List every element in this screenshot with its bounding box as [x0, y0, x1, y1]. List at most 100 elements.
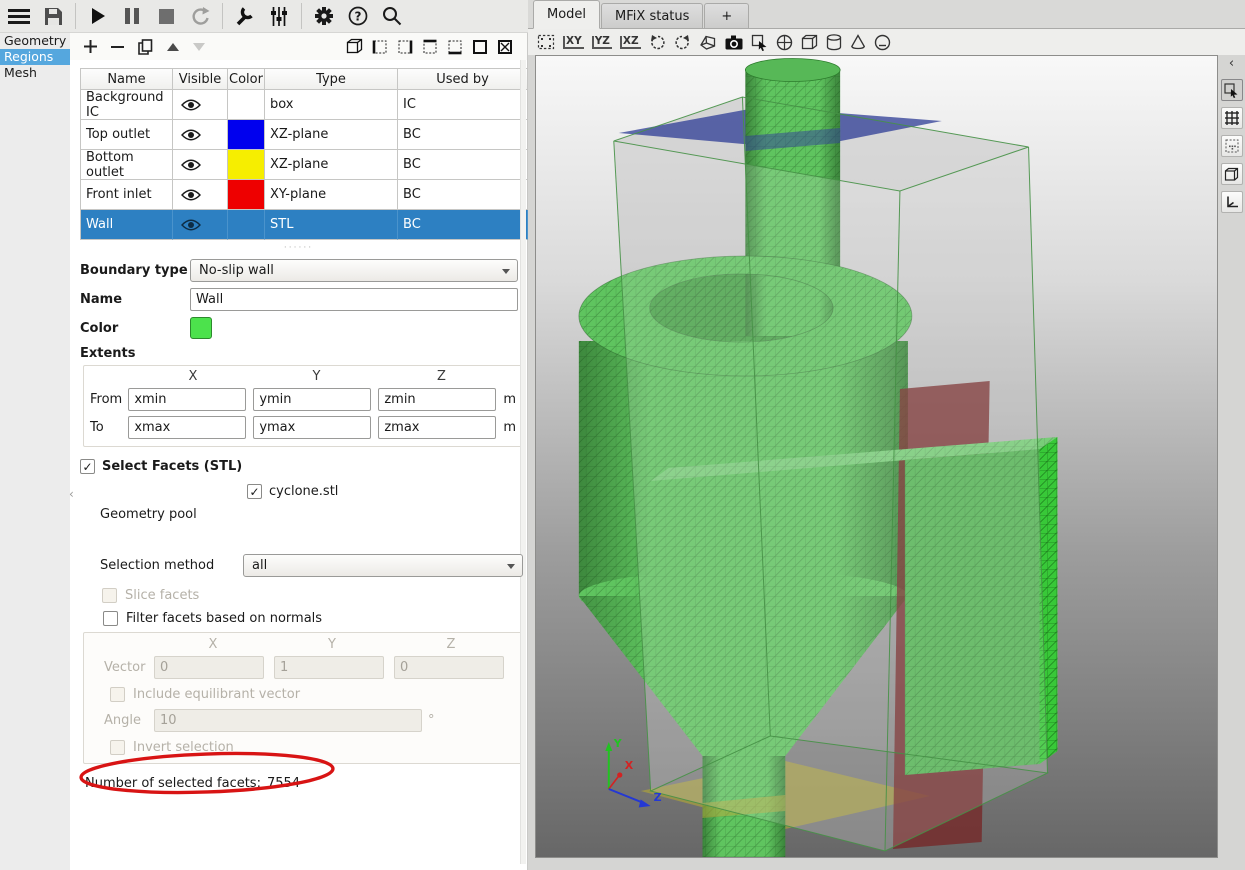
tab-model[interactable]: Model — [533, 0, 600, 29]
from-z-input[interactable] — [378, 388, 496, 411]
table-cell-used-by[interactable]: IC — [398, 90, 528, 120]
view-yz-icon[interactable]: YZ — [592, 36, 612, 49]
tab-add[interactable]: + — [704, 3, 749, 28]
regions-icon[interactable] — [1221, 135, 1243, 157]
build-wrench-icon[interactable] — [228, 2, 262, 30]
col-header-used-by[interactable]: Used by — [398, 69, 528, 90]
reset-icon[interactable] — [183, 2, 217, 30]
plane-bottom-icon[interactable] — [447, 39, 463, 55]
table-cell-type[interactable]: XY-plane — [265, 180, 398, 210]
main-toolbar: ? — [0, 0, 528, 33]
reset-view-icon[interactable] — [537, 34, 555, 50]
table-cell-type[interactable]: XZ-plane — [265, 120, 398, 150]
visibility-eye-icon[interactable] — [173, 210, 228, 240]
rotate-right-icon[interactable] — [674, 34, 691, 51]
save-icon[interactable] — [36, 2, 70, 30]
from-y-input[interactable] — [253, 388, 371, 411]
table-cell-type[interactable]: XZ-plane — [265, 150, 398, 180]
help-icon[interactable]: ? — [341, 2, 375, 30]
parameters-sliders-icon[interactable] — [262, 2, 296, 30]
table-cell-used-by[interactable]: BC — [398, 150, 528, 180]
select-geometry-icon[interactable] — [751, 34, 768, 51]
table-cell-name[interactable]: Front inlet — [81, 180, 173, 210]
view-xz-icon[interactable]: XZ — [620, 36, 641, 49]
selection-method-select[interactable]: all — [243, 554, 523, 577]
viewport-3d[interactable]: Y X Z — [535, 55, 1218, 858]
table-cell-name[interactable]: Wall — [81, 210, 173, 240]
duplicate-region-icon[interactable] — [138, 39, 153, 55]
rotate-left-icon[interactable] — [649, 34, 666, 51]
menu-icon[interactable] — [2, 2, 36, 30]
scene-box-icon[interactable] — [1221, 163, 1243, 185]
toolbar-separator — [222, 3, 223, 29]
cube-icon[interactable] — [801, 34, 818, 51]
plane-right-icon[interactable] — [397, 39, 413, 55]
stl-file-checkbox[interactable] — [247, 484, 262, 499]
table-cell-used-by[interactable]: BC — [398, 120, 528, 150]
pane-collapse-chevron-icon[interactable]: ‹ — [69, 487, 74, 501]
color-swatch-cell[interactable] — [228, 210, 265, 240]
plane-top-icon[interactable] — [422, 39, 438, 55]
run-icon[interactable] — [81, 2, 115, 30]
col-header-name[interactable]: Name — [81, 69, 173, 90]
screenshot-camera-icon[interactable] — [725, 35, 743, 50]
to-y-input[interactable] — [253, 416, 371, 439]
visibility-eye-icon[interactable] — [173, 90, 228, 120]
visibility-eye-icon[interactable] — [173, 150, 228, 180]
remove-region-icon[interactable] — [111, 45, 124, 49]
table-cell-name[interactable]: Bottom outlet — [81, 150, 173, 180]
cylinder-icon[interactable] — [826, 34, 842, 51]
stop-icon[interactable] — [149, 2, 183, 30]
sidebar-item-mesh[interactable]: Mesh — [0, 65, 70, 81]
visibility-eye-icon[interactable] — [173, 180, 228, 210]
to-z-input[interactable] — [378, 416, 496, 439]
region-3d-box-icon[interactable] — [346, 38, 363, 55]
color-swatch-cell[interactable] — [228, 90, 265, 120]
pause-icon[interactable] — [115, 2, 149, 30]
clip-icon[interactable] — [874, 34, 891, 51]
slice-facets-label: Slice facets — [125, 588, 199, 603]
cone-icon[interactable] — [850, 34, 866, 50]
from-x-input[interactable] — [128, 388, 246, 411]
color-swatch-cell[interactable] — [228, 120, 265, 150]
solid-box-icon[interactable] — [472, 39, 488, 55]
color-swatch-button[interactable] — [190, 317, 212, 339]
table-cell-type[interactable]: STL — [265, 210, 398, 240]
color-swatch-cell[interactable] — [228, 150, 265, 180]
add-region-icon[interactable] — [84, 40, 97, 53]
tab-mfix-status[interactable]: MFiX status — [601, 3, 703, 28]
table-cell-name[interactable]: Background IC — [81, 90, 173, 120]
collapse-chevron-icon[interactable]: ‹ — [1229, 55, 1234, 73]
search-icon[interactable] — [375, 2, 409, 30]
splitter-handle[interactable]: ······ — [70, 241, 527, 255]
table-cell-type[interactable]: box — [265, 90, 398, 120]
table-cell-used-by[interactable]: BC — [398, 210, 528, 240]
extents-label-row: Extents — [80, 346, 527, 361]
color-swatch-cell[interactable] — [228, 180, 265, 210]
visibility-eye-icon[interactable] — [173, 120, 228, 150]
settings-gear-icon[interactable] — [307, 2, 341, 30]
scrollbar[interactable] — [520, 60, 526, 864]
boundary-type-select[interactable]: No-slip wall — [190, 259, 518, 282]
col-header-color[interactable]: Color — [228, 69, 265, 90]
table-cell-name[interactable]: Top outlet — [81, 120, 173, 150]
perspective-icon[interactable] — [699, 34, 717, 51]
sphere-icon[interactable] — [776, 34, 793, 51]
select-facets-checkbox[interactable] — [80, 459, 95, 474]
select-geometry-icon[interactable] — [1221, 79, 1243, 101]
mesh-grid-icon[interactable] — [1221, 107, 1243, 129]
sidebar-item-geometry[interactable]: Geometry — [0, 33, 70, 49]
sidebar-item-regions[interactable]: Regions — [0, 49, 70, 65]
col-header-visible[interactable]: Visible — [173, 69, 228, 90]
move-down-icon[interactable] — [193, 43, 205, 51]
to-x-input[interactable] — [128, 416, 246, 439]
filter-facets-checkbox[interactable] — [103, 611, 118, 626]
axes-icon[interactable] — [1221, 191, 1243, 213]
table-cell-used-by[interactable]: BC — [398, 180, 528, 210]
stl-region-icon[interactable] — [497, 39, 513, 55]
name-input[interactable] — [190, 288, 518, 311]
plane-left-icon[interactable] — [372, 39, 388, 55]
move-up-icon[interactable] — [167, 43, 179, 51]
view-xy-icon[interactable]: XY — [563, 36, 584, 49]
col-header-type[interactable]: Type — [265, 69, 398, 90]
